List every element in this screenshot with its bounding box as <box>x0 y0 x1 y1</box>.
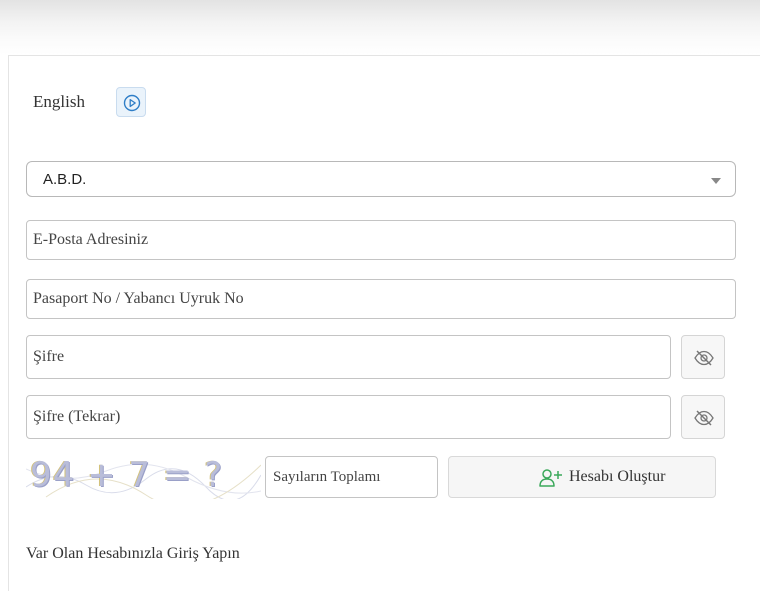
language-label: English <box>33 92 85 111</box>
eye-slash-icon <box>694 350 714 366</box>
captcha-image: 94 + 7 = ? <box>26 457 261 499</box>
chevron-down-icon <box>711 178 721 184</box>
captcha-text: 94 + 7 = ? <box>30 457 224 495</box>
user-plus-icon <box>539 469 562 487</box>
language-switch-button[interactable] <box>116 87 146 117</box>
captcha-answer-field[interactable] <box>265 456 438 498</box>
password-repeat-field[interactable] <box>26 395 671 439</box>
login-existing-account-link[interactable]: Var Olan Hesabınızla Giriş Yapın <box>26 545 240 563</box>
top-header-bar <box>0 0 760 55</box>
password-field[interactable] <box>26 335 671 379</box>
email-field[interactable] <box>26 220 736 260</box>
eye-slash-icon <box>694 410 714 426</box>
password-repeat-visibility-toggle[interactable] <box>681 395 725 439</box>
passport-field[interactable] <box>26 279 736 319</box>
password-visibility-toggle[interactable] <box>681 335 725 379</box>
play-circle-icon <box>123 94 141 112</box>
create-account-button[interactable]: Hesabı Oluştur <box>448 456 716 498</box>
create-account-label: Hesabı Oluştur <box>569 468 666 485</box>
country-select-value: A.B.D. <box>43 171 87 188</box>
country-select[interactable]: A.B.D. <box>26 161 736 197</box>
registration-panel <box>8 55 760 591</box>
